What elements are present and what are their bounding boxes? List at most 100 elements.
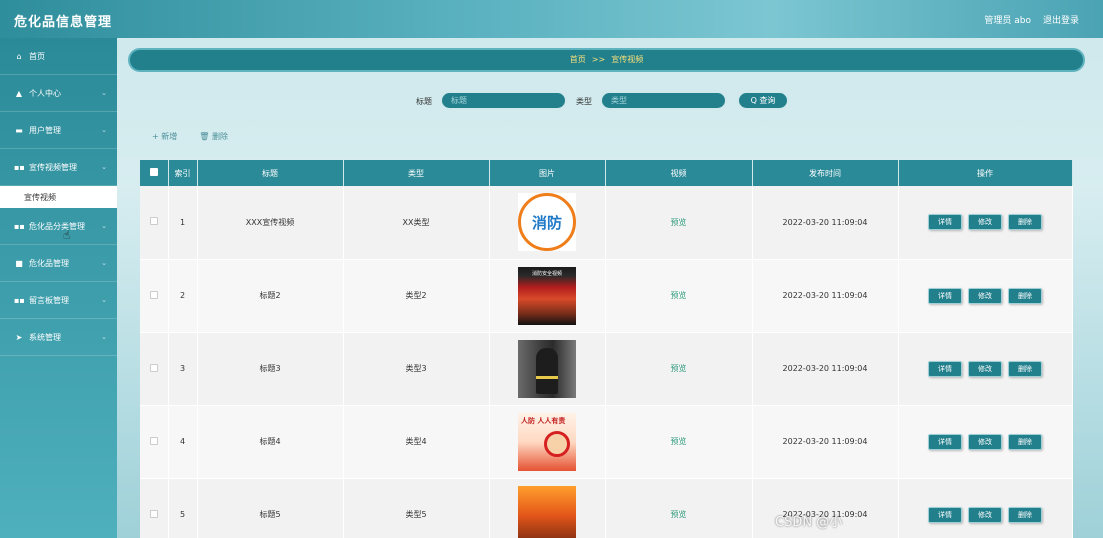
sidebar-item-label: 危化品管理 (29, 258, 69, 268)
delete-button[interactable]: 删除 (1008, 506, 1042, 523)
sidebar-item-system[interactable]: ➤ 系统管理 ⌄ (0, 319, 117, 356)
sidebar-item-users[interactable]: ▬ 用户管理 ⌄ (0, 112, 117, 149)
type-search-input[interactable] (600, 91, 727, 110)
sidebar-item-video[interactable]: ▪▪ 宣传视频管理 ⌄ (0, 149, 117, 186)
cell-operations: 详情 修改 删除 (898, 186, 1073, 260)
cell-type: XX类型 (343, 186, 490, 260)
top-bar: 危化品信息管理 管理员 abo 退出登录 (0, 0, 1103, 38)
cell-time: 2022-03-20 11:09:04 (752, 259, 899, 333)
cell-title: XXX宣传视频 (197, 186, 344, 260)
row-checkbox[interactable] (140, 186, 169, 260)
home-icon: ⌂ (16, 51, 22, 61)
grid-icon: ▪▪ (14, 221, 25, 231)
thumbnail-image (518, 485, 576, 538)
row-checkbox[interactable] (140, 405, 169, 479)
sidebar-item-home[interactable]: ⌂ 首页 (0, 38, 117, 75)
column-header: 标题 (197, 160, 344, 186)
select-all-checkbox[interactable] (140, 160, 169, 186)
video-preview-link[interactable]: 预览 (671, 510, 687, 519)
sidebar-item-label: 系统管理 (29, 332, 61, 342)
cell-video: 预览 (605, 478, 753, 538)
edit-button[interactable]: 修改 (968, 360, 1002, 377)
cell-image (489, 478, 606, 538)
cell-type: 类型3 (343, 332, 490, 406)
title-label: 标题 (416, 97, 432, 106)
chevron-down-icon: ⌄ (101, 296, 107, 304)
cell-title: 标题4 (197, 405, 344, 479)
video-preview-link[interactable]: 预览 (671, 437, 687, 446)
user-icon: ▲ (15, 88, 23, 98)
delete-button[interactable]: 删除 (1008, 433, 1042, 450)
sidebar-item-chemicals[interactable]: ■ 危化品管理 ⌄ (0, 245, 117, 282)
table-row: 1 XXX宣传视频 XX类型 消防 预览 2022-03-20 11:09:04… (140, 186, 1073, 260)
sidebar-item-label: 用户管理 (29, 125, 61, 135)
row-checkbox[interactable] (140, 478, 169, 538)
video-preview-link[interactable]: 预览 (671, 364, 687, 373)
edit-button[interactable]: 修改 (968, 506, 1002, 523)
video-preview-link[interactable]: 预览 (671, 218, 687, 227)
sidebar-item-category[interactable]: ▪▪ 危化品分类管理 ⌄ (0, 208, 117, 245)
mouse-pointer-icon: ☝ (63, 228, 71, 242)
cell-index: 3 (168, 332, 198, 406)
breadcrumb-current: 宣传视频 (611, 55, 644, 64)
cell-index: 1 (168, 186, 198, 260)
sidebar-item-label: 个人中心 (29, 88, 61, 98)
sidebar-item-messages[interactable]: ▪▪ 留言板管理 ⌄ (0, 282, 117, 319)
sidebar-item-label: 危化品分类管理 (29, 221, 85, 231)
row-checkbox[interactable] (140, 332, 169, 406)
fire-logo-text: 消防 (518, 193, 576, 252)
cell-index: 2 (168, 259, 198, 333)
watermark: CSDN @小 (775, 515, 843, 530)
table-row: 3 标题3 类型3 预览 2022-03-20 11:09:04 详情 修改 删除 (140, 332, 1073, 406)
sidebar-item-profile[interactable]: ▲ 个人中心 ⌄ (0, 75, 117, 112)
column-header: 索引 (168, 160, 198, 186)
detail-button[interactable]: 详情 (928, 506, 962, 523)
logout-link[interactable]: 退出登录 (1043, 13, 1079, 26)
breadcrumb: 首页 >> 宣传视频 (128, 48, 1085, 72)
cell-title: 标题5 (197, 478, 344, 538)
cell-video: 预览 (605, 332, 753, 406)
detail-button[interactable]: 详情 (928, 433, 962, 450)
thumbnail-caption: 人防 人人有责 (521, 416, 566, 425)
column-header: 视频 (605, 160, 753, 186)
chevron-down-icon: ⌄ (101, 163, 107, 171)
cell-time: 2022-03-20 11:09:04 (752, 332, 899, 406)
cell-video: 预览 (605, 186, 753, 260)
breadcrumb-separator: >> (591, 55, 606, 64)
detail-button[interactable]: 详情 (928, 287, 962, 304)
cell-image: 消防 (489, 186, 606, 260)
cell-image: 消防安全视频 (489, 259, 606, 333)
edit-button[interactable]: 修改 (968, 433, 1002, 450)
edit-button[interactable]: 修改 (968, 287, 1002, 304)
main-content: 首页 >> 宣传视频 标题 类型 Q 查询 + 新增 🗑 删除 索引 标题 类型 图… (117, 38, 1103, 538)
delete-button[interactable]: 删除 (1008, 360, 1042, 377)
user-label[interactable]: 管理员 abo (984, 13, 1031, 26)
delete-button[interactable]: 删除 (1008, 214, 1042, 231)
thumbnail-image: 消防安全视频 (518, 266, 576, 325)
video-preview-link[interactable]: 预览 (671, 291, 687, 300)
batch-delete-button[interactable]: 🗑 删除 (199, 131, 228, 142)
app-title: 危化品信息管理 (14, 15, 113, 30)
delete-button[interactable]: 删除 (1008, 287, 1042, 304)
cell-index: 4 (168, 405, 198, 479)
sidebar-subitem-video[interactable]: 宣传视频 (0, 186, 117, 208)
search-button[interactable]: Q 查询 (737, 91, 789, 110)
top-right-links: 管理员 abo 退出登录 (984, 13, 1079, 26)
lock-icon: ■ (15, 258, 23, 268)
table-row: 5 标题5 类型5 预览 2022-03-20 11:09:04 详情 修改 删除 (140, 478, 1073, 538)
sidebar-item-label: 宣传视频管理 (29, 162, 77, 172)
detail-button[interactable]: 详情 (928, 360, 962, 377)
cell-operations: 详情 修改 删除 (898, 259, 1073, 333)
edit-button[interactable]: 修改 (968, 214, 1002, 231)
add-button[interactable]: + 新增 (152, 131, 177, 142)
cell-type: 类型2 (343, 259, 490, 333)
row-checkbox[interactable] (140, 259, 169, 333)
breadcrumb-home[interactable]: 首页 (570, 55, 586, 64)
column-header: 图片 (489, 160, 606, 186)
detail-button[interactable]: 详情 (928, 214, 962, 231)
sidebar-item-label: 留言板管理 (29, 295, 69, 305)
title-search-input[interactable] (440, 91, 567, 110)
column-header: 操作 (898, 160, 1073, 186)
chevron-down-icon: ⌄ (101, 259, 107, 267)
cell-operations: 详情 修改 删除 (898, 332, 1073, 406)
